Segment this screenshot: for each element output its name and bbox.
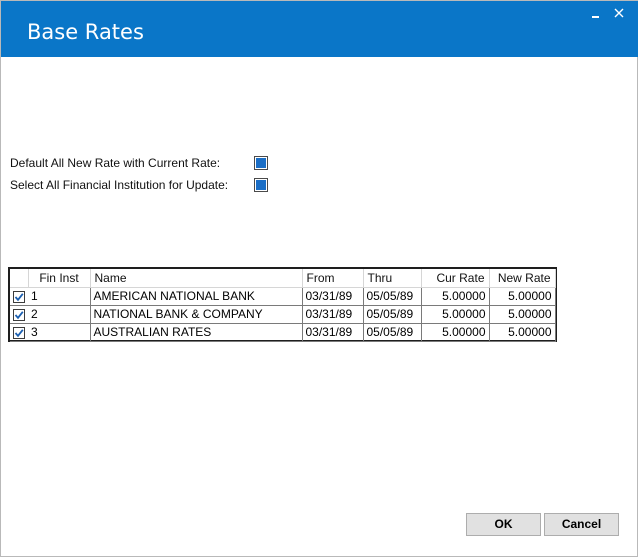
grid-table: Fin Inst Name From Thru Cur Rate New Rat… bbox=[10, 269, 556, 342]
cell-fin-inst[interactable]: 3 bbox=[28, 323, 91, 342]
cell-name[interactable]: AMERICAN NATIONAL BANK bbox=[90, 287, 303, 306]
check-icon bbox=[14, 329, 24, 338]
table-row[interactable]: 2 NATIONAL BANK & COMPANY 03/31/89 05/05… bbox=[10, 305, 556, 324]
base-rates-window: Base Rates Default All New Rate with Cur… bbox=[0, 0, 638, 557]
column-header-from[interactable]: From bbox=[302, 269, 364, 288]
checkbox-fill bbox=[256, 180, 266, 190]
cell-fin-inst[interactable]: 2 bbox=[28, 305, 91, 324]
default-new-rate-checkbox[interactable] bbox=[254, 156, 268, 170]
cell-name[interactable]: AUSTRALIAN RATES bbox=[90, 323, 303, 342]
column-header-new-rate[interactable]: New Rate bbox=[489, 269, 556, 288]
table-row[interactable]: 3 AUSTRALIAN RATES 03/31/89 05/05/89 5.0… bbox=[10, 323, 556, 342]
check-icon bbox=[14, 311, 24, 320]
cell-cur-rate[interactable]: 5.00000 bbox=[421, 287, 490, 306]
cell-thru[interactable]: 05/05/89 bbox=[363, 305, 422, 324]
close-icon bbox=[614, 8, 624, 18]
row-checkbox[interactable] bbox=[13, 326, 25, 339]
row-check-cell[interactable] bbox=[10, 323, 28, 342]
row-check-cell[interactable] bbox=[10, 287, 28, 306]
column-header-thru[interactable]: Thru bbox=[363, 269, 422, 288]
cell-cur-rate[interactable]: 5.00000 bbox=[421, 323, 490, 342]
cell-from[interactable]: 03/31/89 bbox=[302, 323, 364, 342]
minimize-icon bbox=[592, 16, 599, 18]
row-checkbox[interactable] bbox=[13, 290, 25, 303]
column-header-name[interactable]: Name bbox=[90, 269, 303, 288]
window-title: Base Rates bbox=[27, 20, 144, 44]
cancel-button[interactable]: Cancel bbox=[544, 513, 619, 536]
checkbox-fill bbox=[256, 158, 266, 168]
grid-header-row: Fin Inst Name From Thru Cur Rate New Rat… bbox=[10, 269, 556, 288]
cell-new-rate[interactable]: 5.00000 bbox=[489, 287, 556, 306]
row-checkbox[interactable] bbox=[13, 308, 25, 321]
cell-thru[interactable]: 05/05/89 bbox=[363, 287, 422, 306]
column-header-cur-rate[interactable]: Cur Rate bbox=[421, 269, 490, 288]
select-all-checkbox[interactable] bbox=[254, 178, 268, 192]
default-new-rate-label: Default All New Rate with Current Rate: bbox=[10, 156, 221, 170]
select-all-option: Select All Financial Institution for Upd… bbox=[10, 178, 272, 192]
cell-thru[interactable]: 05/05/89 bbox=[363, 323, 422, 342]
close-button[interactable] bbox=[613, 7, 625, 19]
select-all-label: Select All Financial Institution for Upd… bbox=[10, 178, 229, 192]
cell-new-rate[interactable]: 5.00000 bbox=[489, 323, 556, 342]
minimize-button[interactable] bbox=[590, 7, 602, 19]
cell-cur-rate[interactable]: 5.00000 bbox=[421, 305, 490, 324]
cell-fin-inst[interactable]: 1 bbox=[28, 287, 91, 306]
ok-button[interactable]: OK bbox=[466, 513, 541, 536]
cell-new-rate[interactable]: 5.00000 bbox=[489, 305, 556, 324]
cell-name[interactable]: NATIONAL BANK & COMPANY bbox=[90, 305, 303, 324]
column-header-check bbox=[10, 269, 29, 288]
financial-institution-grid: Fin Inst Name From Thru Cur Rate New Rat… bbox=[8, 267, 557, 342]
table-row[interactable]: 1 AMERICAN NATIONAL BANK 03/31/89 05/05/… bbox=[10, 287, 556, 306]
title-bar: Base Rates bbox=[1, 1, 638, 57]
column-header-fin-inst[interactable]: Fin Inst bbox=[28, 269, 91, 288]
row-check-cell[interactable] bbox=[10, 305, 28, 324]
check-icon bbox=[14, 293, 24, 302]
default-new-rate-option: Default All New Rate with Current Rate: bbox=[10, 156, 272, 170]
cell-from[interactable]: 03/31/89 bbox=[302, 287, 364, 306]
cell-from[interactable]: 03/31/89 bbox=[302, 305, 364, 324]
